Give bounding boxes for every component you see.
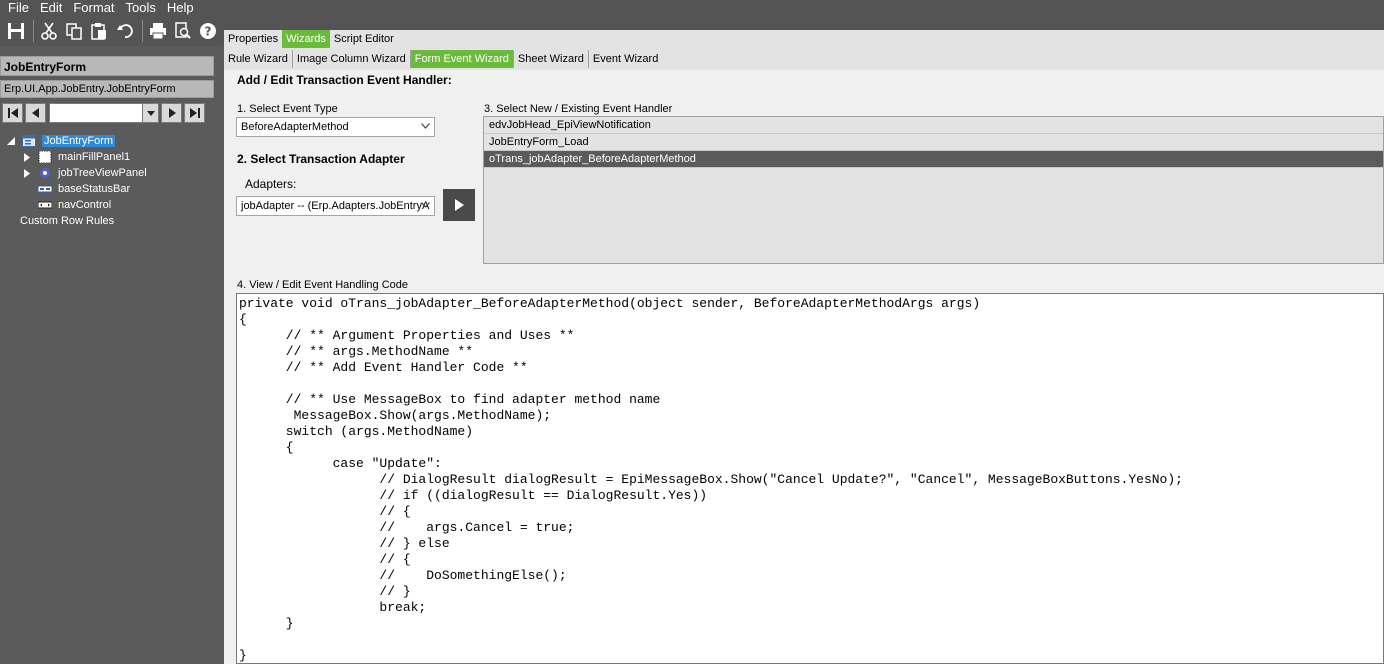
gear-icon [38,167,52,179]
print-preview-icon[interactable] [174,20,193,42]
menu-edit[interactable]: Edit [40,0,62,16]
tree-item-navcontrol[interactable]: navControl [37,198,112,212]
tree-item-custom-row-rules[interactable]: Custom Row Rules [20,214,114,228]
wizard-heading: Add / Edit Transaction Event Handler: [237,73,452,87]
tree-item-jobentryform[interactable]: JobEntryForm [6,134,116,148]
top-tab-strip: Properties Wizards Script Editor [224,30,1384,48]
code-text[interactable]: private void oTrans_jobAdapter_BeforeAda… [239,296,1381,663]
panel-icon [38,150,52,164]
tree-item-label: mainFillPanel1 [58,151,131,163]
tree-item-label: jobTreeViewPanel [58,167,147,179]
step1-label: 1. Select Event Type [237,103,338,115]
step4-label: 4. View / Edit Event Handling Code [237,279,409,291]
tab-rule-wizard[interactable]: Rule Wizard [224,50,293,68]
tree-item-label: baseStatusBar [58,183,131,195]
tree-item-label: Custom Row Rules [20,215,115,227]
next-record-button[interactable] [161,103,182,123]
navigator-icon [37,199,53,211]
tab-sheet-wizard[interactable]: Sheet Wizard [514,50,589,68]
left-panel: JobEntryForm Erp.UI.App.JobEntry.JobEntr… [0,46,214,664]
tree-item-label: JobEntryForm [42,135,116,147]
toolbar-separator [33,20,34,42]
tab-wizards[interactable]: Wizards [282,30,330,48]
wizard-tab-strip: Rule Wizard Image Column Wizard Form Eve… [224,50,1384,68]
tab-event-wizard[interactable]: Event Wizard [589,50,662,68]
copy-icon[interactable] [65,20,84,42]
tab-properties[interactable]: Properties [224,30,282,48]
tree-item-basestatusbar[interactable]: baseStatusBar [37,182,131,196]
cut-icon[interactable] [40,20,59,42]
toolbar-separator [142,20,143,42]
record-navigator [0,101,214,125]
menu-file[interactable]: File [8,0,29,16]
chevron-down-icon [421,200,430,211]
list-item[interactable]: oTrans_jobAdapter_BeforeAdapterMethod [484,151,1383,168]
event-type-value: BeforeAdapterMethod [241,121,349,133]
list-item[interactable]: JobEntryForm_Load [484,134,1383,151]
svg-text:?: ? [205,25,212,39]
tab-image-column-wizard[interactable]: Image Column Wizard [293,50,411,68]
menu-tools[interactable]: Tools [126,0,156,16]
chevron-down-icon[interactable] [142,104,158,122]
help-icon[interactable]: ? [199,20,218,42]
event-type-select[interactable]: BeforeAdapterMethod [236,117,435,137]
step3-label: 3. Select New / Existing Event Handler [484,103,673,115]
play-icon [455,199,464,211]
paste-icon[interactable] [90,20,109,42]
adapters-label: Adapters: [245,177,297,191]
previous-record-button[interactable] [25,103,46,123]
menu-help[interactable]: Help [167,0,194,16]
tree-item-label: navControl [58,199,112,211]
step2-label: 2. Select Transaction Adapter [237,152,405,166]
collapse-icon[interactable] [6,136,16,146]
menu-format[interactable]: Format [73,0,114,16]
adapter-value: jobAdapter -- (Erp.Adapters.JobEntryA [241,200,430,212]
last-record-button[interactable] [184,103,205,123]
toolbar: ? [0,16,224,46]
form-event-wizard: Add / Edit Transaction Event Handler: 1.… [224,70,1384,664]
designer-panel: Properties Wizards Script Editor Rule Wi… [224,30,1384,664]
menu-bar: File Edit Format Tools Help [0,0,1384,16]
event-handler-list: edvJobHead_EpiViewNotification JobEntryF… [483,116,1384,264]
first-record-button[interactable] [2,103,23,123]
status-bar-icon [37,183,53,195]
tree-item-mainfillpanel1[interactable]: mainFillPanel1 [22,150,130,164]
expand-icon[interactable] [22,152,32,162]
chevron-down-icon [421,121,430,132]
save-icon[interactable] [6,20,25,42]
select-adapter-button[interactable] [443,189,475,221]
undo-icon[interactable] [115,20,134,42]
form-title: JobEntryForm [0,56,214,76]
form-icon [22,135,36,147]
expand-icon[interactable] [22,168,32,178]
tab-script-editor[interactable]: Script Editor [330,30,398,48]
tab-form-event-wizard[interactable]: Form Event Wizard [410,50,514,68]
record-selector[interactable] [49,103,159,123]
code-editor[interactable]: private void oTrans_jobAdapter_BeforeAda… [236,293,1384,664]
form-path: Erp.UI.App.JobEntry.JobEntryForm [0,80,214,98]
tree-item-jobtreeviewpanel[interactable]: jobTreeViewPanel [22,166,147,180]
adapter-select[interactable]: jobAdapter -- (Erp.Adapters.JobEntryA [236,196,435,216]
list-item[interactable]: edvJobHead_EpiViewNotification [484,117,1383,134]
toolbar-strip [224,16,1384,30]
print-icon[interactable] [149,20,168,42]
